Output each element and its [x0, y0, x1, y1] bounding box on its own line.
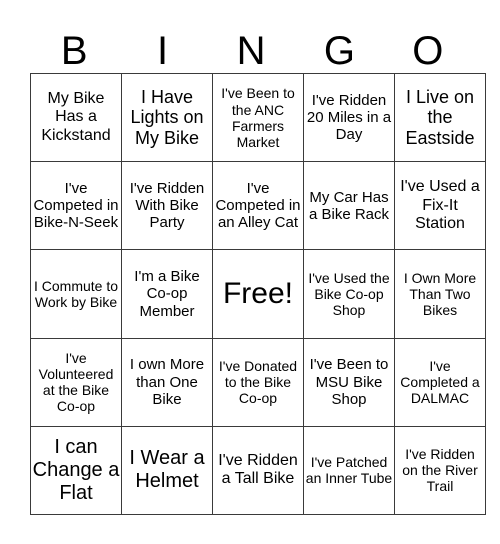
bingo-cell[interactable]: I own More than One Bike	[121, 337, 213, 427]
header-letter-g: G	[323, 29, 355, 73]
bingo-cell[interactable]: I Own More Than Two Bikes	[394, 249, 486, 339]
bingo-cell[interactable]: I've Used the Bike Co-op Shop	[303, 249, 395, 339]
bingo-cell[interactable]: I've Patched an Inner Tube	[303, 425, 395, 516]
bingo-cell[interactable]: I've Ridden a Tall Bike	[212, 425, 304, 516]
bingo-cell[interactable]: I'm a Bike Co-op Member	[121, 249, 213, 339]
grid-row: My Bike Has a Kickstand I Have Lights on…	[30, 72, 486, 163]
bingo-cell[interactable]: I've Used a Fix-It Station	[394, 161, 486, 251]
grid-row: I can Change a Flat I Wear a Helmet I've…	[30, 425, 486, 516]
grid-row: I Commute to Work by Bike I'm a Bike Co-…	[30, 249, 486, 339]
bingo-cell[interactable]: I've Ridden on the River Trail	[394, 425, 486, 516]
grid-row: I've Volunteered at the Bike Co-op I own…	[30, 337, 486, 427]
header-letter-i: I	[157, 29, 169, 73]
header-letter-n: N	[236, 29, 266, 73]
header-letter-o: O	[412, 29, 444, 73]
bingo-header: B I N G O	[30, 30, 472, 72]
bingo-cell[interactable]: I've Ridden 20 Miles in a Day	[303, 72, 395, 163]
grid-row: I've Competed in Bike-N-Seek I've Ridden…	[30, 161, 486, 251]
header-letter-b: B	[60, 29, 88, 73]
bingo-cell[interactable]: I've Donated to the Bike Co-op	[212, 337, 304, 427]
bingo-cell[interactable]: I've Volunteered at the Bike Co-op	[30, 337, 122, 427]
bingo-cell[interactable]: I've Competed in an Alley Cat	[212, 161, 304, 251]
bingo-cell[interactable]: My Bike Has a Kickstand	[30, 72, 122, 163]
bingo-cell[interactable]: I Wear a Helmet	[121, 425, 213, 516]
bingo-cell[interactable]: I Commute to Work by Bike	[30, 249, 122, 339]
bingo-cell[interactable]: I've Been to the ANC Farmers Market	[212, 72, 304, 163]
bingo-cell[interactable]: I can Change a Flat	[30, 425, 122, 516]
bingo-cell[interactable]: My Car Has a Bike Rack	[303, 161, 395, 251]
bingo-cell[interactable]: I've Been to MSU Bike Shop	[303, 337, 395, 427]
free-space-cell[interactable]: Free!	[212, 249, 304, 339]
bingo-cell[interactable]: I Live on the Eastside	[394, 72, 486, 163]
bingo-cell[interactable]: I Have Lights on My Bike	[121, 72, 213, 163]
bingo-cell[interactable]: I've Ridden With Bike Party	[121, 161, 213, 251]
bingo-cell[interactable]: I've Competed in Bike-N-Seek	[30, 161, 122, 251]
bingo-grid: My Bike Has a Kickstand I Have Lights on…	[30, 72, 486, 516]
bingo-cell[interactable]: I've Completed a DALMAC	[394, 337, 486, 427]
